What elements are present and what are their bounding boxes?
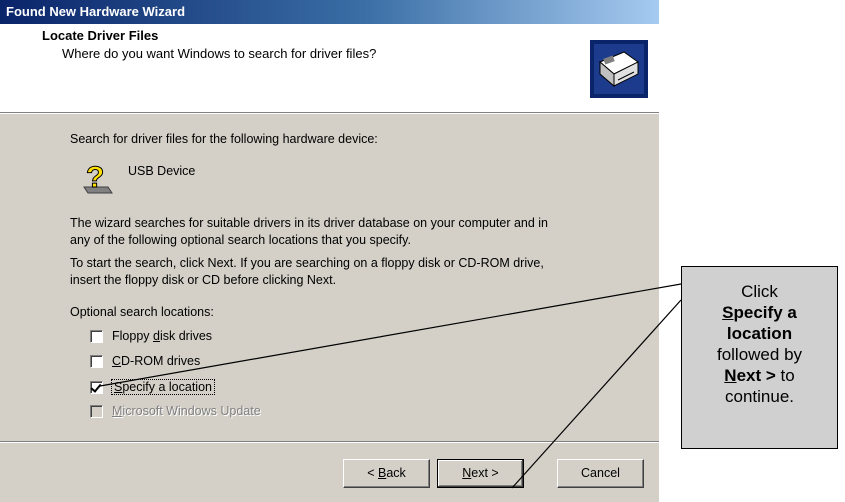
pointer-to-next-button [511, 299, 682, 489]
pointer-to-checkbox [99, 283, 682, 387]
callout-pointer-lines [99, 283, 682, 489]
